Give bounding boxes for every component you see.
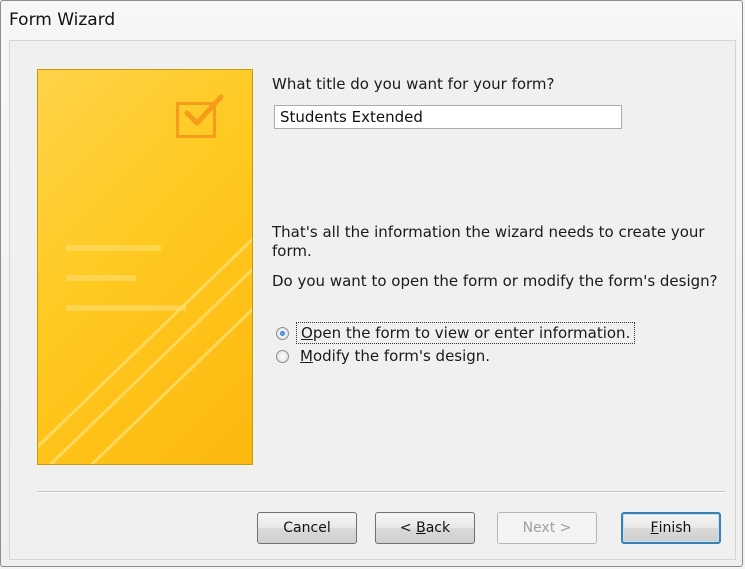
- title-prompt: What title do you want for your form?: [272, 75, 555, 93]
- info-text-line2: form.: [272, 242, 312, 260]
- back-button[interactable]: < Back: [375, 512, 475, 544]
- finish-button[interactable]: Finish: [621, 512, 721, 544]
- wizard-banner-image: [37, 69, 253, 465]
- option-modify-design-label[interactable]: Modify the form's design.: [296, 346, 494, 366]
- info-text-line1: That's all the information the wizard ne…: [272, 223, 705, 241]
- next-button[interactable]: Next >: [497, 512, 597, 544]
- radio-open-form[interactable]: [276, 326, 289, 340]
- open-or-modify-question: Do you want to open the form or modify t…: [272, 272, 718, 290]
- window-title: Form Wizard: [9, 10, 116, 30]
- form-wizard-window: Form Wizard What title do you want for y…: [0, 0, 743, 567]
- radio-modify-design[interactable]: [276, 349, 289, 363]
- cancel-button[interactable]: Cancel: [257, 512, 357, 544]
- button-separator: [37, 491, 725, 493]
- checkbox-check-icon: [176, 94, 224, 138]
- option-open-form[interactable]: Open the form to view or enter informati…: [276, 322, 636, 344]
- form-title-input[interactable]: [274, 105, 622, 129]
- option-modify-design[interactable]: Modify the form's design.: [276, 345, 494, 367]
- wizard-body: What title do you want for your form? Th…: [9, 40, 736, 560]
- option-open-form-label[interactable]: Open the form to view or enter informati…: [296, 322, 636, 344]
